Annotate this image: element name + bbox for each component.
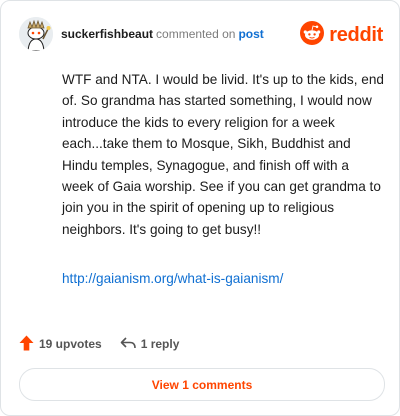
reddit-snoo-logo-icon <box>300 20 325 50</box>
reddit-logo[interactable]: reddit <box>300 20 383 50</box>
reply-count: 1 reply <box>140 337 180 351</box>
comment-byline: suckerfishbeaut commented on post <box>61 27 264 41</box>
comment-header: suckerfishbeaut commented on post reddit <box>19 17 383 53</box>
reply-button[interactable]: 1 reply <box>120 336 180 353</box>
post-link[interactable]: post <box>238 27 263 41</box>
comment-body: WTF and NTA. I would be livid. It's up t… <box>62 72 384 237</box>
comment-card: suckerfishbeaut commented on post reddit W… <box>0 0 400 416</box>
upvote-count: 19 upvotes <box>39 337 102 351</box>
byline-action-text: commented on <box>156 27 236 41</box>
reddit-wordmark: reddit <box>329 23 383 46</box>
view-comments-button[interactable]: View 1 comments <box>19 368 385 401</box>
snoo-avatar-icon[interactable] <box>19 17 53 51</box>
upvote-arrow-icon <box>19 335 39 354</box>
comment-link[interactable]: http://gaianism.org/what-is-gaianism/ <box>62 271 283 286</box>
reply-arrow-icon <box>120 336 141 353</box>
username-link[interactable]: suckerfishbeaut <box>61 27 153 41</box>
upvote-button[interactable]: 19 upvotes <box>19 335 102 354</box>
comment-actions: 19 upvotes 1 reply <box>19 333 179 355</box>
